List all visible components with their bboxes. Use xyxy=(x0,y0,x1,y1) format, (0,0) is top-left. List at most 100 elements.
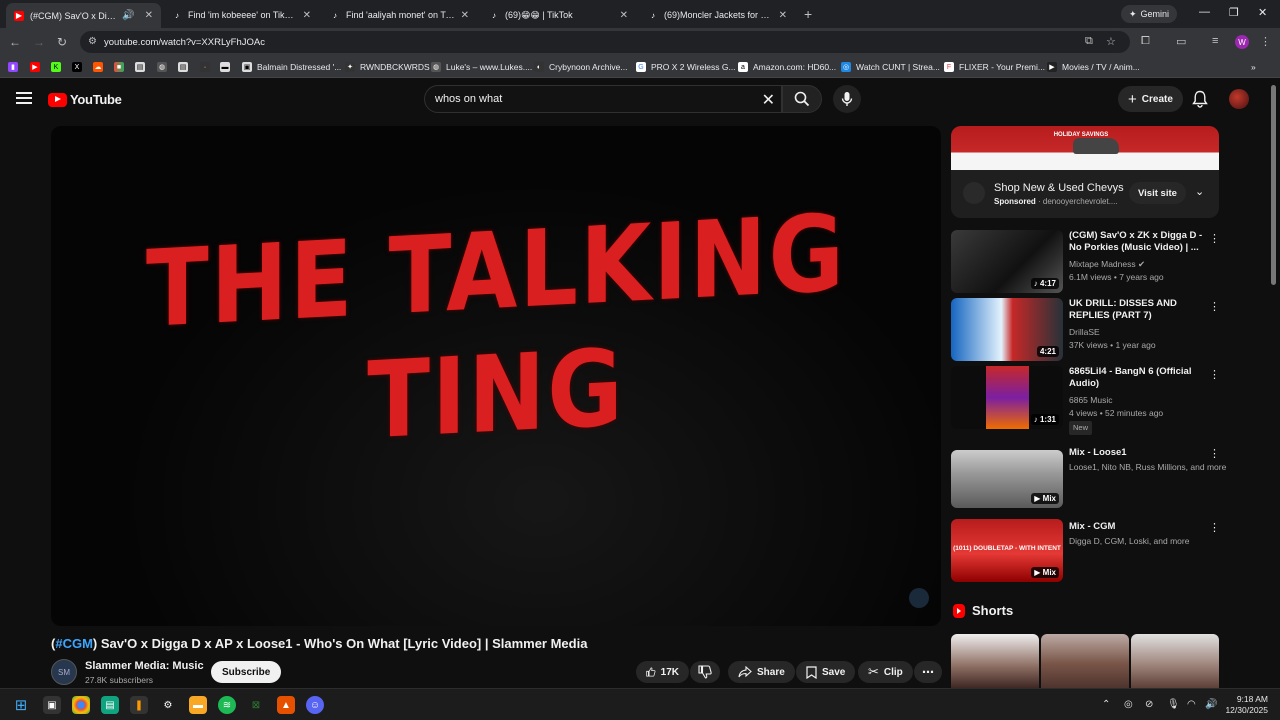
forward-icon[interactable]: → xyxy=(33,35,45,49)
voice-search-button[interactable] xyxy=(833,85,861,113)
install-app-icon[interactable]: ⧉ xyxy=(1085,35,1093,48)
discord-icon[interactable]: ☺ xyxy=(306,696,324,714)
wifi-icon[interactable]: ◠ xyxy=(1187,699,1196,710)
account-avatar[interactable] xyxy=(1229,89,1249,109)
notifications-bell-icon[interactable] xyxy=(1192,90,1208,113)
youtube-logo[interactable]: YouTube xyxy=(48,92,122,107)
hashtag-link[interactable]: #CGM xyxy=(55,636,93,651)
more-options-icon[interactable]: ⋮ xyxy=(1209,368,1220,381)
bookmark-flixer[interactable]: F FLIXER - Your Premi... xyxy=(944,60,1045,74)
page-icon[interactable]: ▬ xyxy=(220,60,235,74)
close-tab-icon[interactable]: ✕ xyxy=(620,10,628,21)
menu-icon[interactable] xyxy=(16,92,32,107)
mix-thumbnail[interactable]: ▶ Mix xyxy=(951,450,1063,508)
recommended-title[interactable]: 6865Lil4 - BangN 6 (Official Audio) xyxy=(1069,366,1207,390)
video-player[interactable]: THE TALKING TING xyxy=(51,126,941,626)
video-thumbnail[interactable]: ♪ 1:31 xyxy=(951,366,1063,429)
sponsored-ad-card[interactable]: HOLIDAY SAVINGS Shop New & Used Chevys S… xyxy=(951,126,1219,218)
bookmark-rwndbckwrds[interactable]: ✦ RWNDBCKWRDS xyxy=(345,60,430,74)
browser-tab[interactable]: ♪ (69)Moncler Jackets for Baby a ✕ xyxy=(640,4,795,26)
back-icon[interactable]: ← xyxy=(9,35,21,49)
dot-icon[interactable]: · xyxy=(200,60,215,74)
tray-app-icon[interactable]: ⊘ xyxy=(1145,699,1153,710)
app-icon[interactable]: ❚ xyxy=(130,696,148,714)
close-tab-icon[interactable]: ✕ xyxy=(779,10,787,21)
page-icon[interactable]: ▤ xyxy=(178,60,193,74)
create-button[interactable]: + Create xyxy=(1118,86,1183,112)
recommended-title[interactable]: Mix - CGM xyxy=(1069,521,1207,533)
bookmark-watch[interactable]: ◎ Watch CUNT | Strea... xyxy=(841,60,940,74)
bookmark-amazon[interactable]: a Amazon.com: HD60... xyxy=(738,60,836,74)
recommended-video[interactable]: ♪ 4:17 (CGM) Sav'O x ZK x Digga D - No P… xyxy=(951,230,1220,294)
microphone-tray-icon[interactable]: 🎙 xyxy=(1167,699,1180,710)
channel-avatar[interactable]: SM xyxy=(51,659,77,685)
page-icon[interactable]: ▤ xyxy=(135,60,150,74)
short-thumbnail[interactable] xyxy=(1131,634,1219,688)
close-tab-icon[interactable]: ✕ xyxy=(461,10,469,21)
channel-name[interactable]: 6865 Music xyxy=(1069,394,1112,406)
more-options-icon[interactable]: ⋮ xyxy=(1209,232,1220,245)
save-button[interactable]: Save xyxy=(796,661,856,683)
minimize-icon[interactable]: — xyxy=(1199,6,1210,18)
reload-icon[interactable]: ↻ xyxy=(57,35,67,49)
site-info-icon[interactable]: ⚙ xyxy=(88,36,97,47)
dislike-button[interactable] xyxy=(690,661,720,683)
system-clock[interactable]: 9:18 AM 12/30/2025 xyxy=(1224,694,1268,716)
soundcloud-icon[interactable]: ☁ xyxy=(93,60,108,74)
more-bookmarks-icon[interactable]: » xyxy=(1251,60,1256,74)
excel-icon[interactable]: ⊠ xyxy=(247,696,265,714)
new-tab-icon[interactable]: + xyxy=(804,6,812,22)
browser-tab[interactable]: ♪ Find 'aaliyah monet' on TikTok ✕ xyxy=(322,4,477,26)
app-icon[interactable]: ▤ xyxy=(101,696,119,714)
ad-title[interactable]: Shop New & Used Chevys xyxy=(994,182,1124,194)
visit-site-button[interactable]: Visit site xyxy=(1129,182,1186,204)
twitch-icon[interactable]: ▮ xyxy=(8,60,23,74)
x-icon[interactable]: X xyxy=(72,60,87,74)
task-view-icon[interactable]: ▣ xyxy=(43,696,61,714)
bookmark-balmain[interactable]: ▣ Balmain Distressed '... xyxy=(242,60,341,74)
browser-tab[interactable]: ♪ (69)😁😁 | TikTok ✕ xyxy=(481,4,636,26)
bookmark-lukes[interactable]: ◍ Luke's – www.Lukes.... xyxy=(431,60,532,74)
bookmark-crybynoon[interactable]: ◐ Crybynoon Archive... xyxy=(534,60,627,74)
more-options-icon[interactable]: ⋮ xyxy=(1209,521,1220,534)
recommended-title[interactable]: UK DRILL: DISSES AND REPLIES (PART 7) xyxy=(1069,298,1207,322)
like-button[interactable]: 17K xyxy=(636,661,689,683)
page-scrollbar[interactable] xyxy=(1271,85,1276,285)
profile-avatar[interactable]: W xyxy=(1235,35,1249,49)
recommended-video[interactable]: ♪ 1:31 6865Lil4 - BangN 6 (Official Audi… xyxy=(951,366,1220,436)
more-options-icon[interactable]: ⋮ xyxy=(1209,300,1220,313)
chrome-icon[interactable] xyxy=(72,696,90,714)
channel-name[interactable]: Slammer Media: Music xyxy=(85,660,204,672)
browser-tab[interactable]: ▶ (#CGM) Sav'O x Digga D x A 🔊 ✕ xyxy=(6,3,161,28)
share-button[interactable]: Share xyxy=(728,661,795,683)
bookmark-movies[interactable]: ▶ Movies / TV / Anim... xyxy=(1047,60,1140,74)
recommended-mix[interactable]: ▶ Mix Mix - Loose1 Loose1, Nito NB, Russ… xyxy=(951,445,1226,509)
bookmark-pro-x-2[interactable]: G PRO X 2 Wireless G... xyxy=(636,60,736,74)
browser-tab[interactable]: ♪ Find 'im kobeeee' on TikTok | T ✕ xyxy=(164,4,319,26)
extensions-icon[interactable]: ⧠ xyxy=(1141,35,1150,48)
speaker-icon[interactable]: 🔊 xyxy=(122,10,134,21)
file-explorer-icon[interactable]: ▬ xyxy=(189,696,207,714)
maximize-icon[interactable]: ❐ xyxy=(1229,6,1239,19)
recommended-mix[interactable]: (1011) DOUBLETAP - WITH INTENT ▶ Mix Mix… xyxy=(951,519,1220,583)
media-icon[interactable]: ≡ xyxy=(1212,35,1218,47)
gemini-button[interactable]: ✦ Gemini xyxy=(1121,5,1178,23)
kick-icon[interactable]: K xyxy=(51,60,66,74)
side-panel-icon[interactable]: ▭ xyxy=(1176,35,1186,48)
windows-start-icon[interactable]: ⊞ xyxy=(12,696,30,714)
chevron-down-icon[interactable]: ⌄ xyxy=(1195,185,1204,198)
search-button[interactable] xyxy=(782,85,822,113)
video-thumbnail[interactable]: ♪ 4:17 xyxy=(951,230,1063,293)
clear-search-icon[interactable]: ✕ xyxy=(762,90,775,110)
menu-kebab-icon[interactable]: ⋮ xyxy=(1260,35,1271,48)
more-options-icon[interactable]: ⋮ xyxy=(1209,447,1220,460)
openai-icon[interactable]: ⚙ xyxy=(159,696,177,714)
app-icon[interactable]: ▲ xyxy=(277,696,295,714)
subscribe-button[interactable]: Subscribe xyxy=(211,661,282,683)
multicolor-icon[interactable]: ■ xyxy=(114,60,129,74)
youtube-bookmark-icon[interactable]: ▶ xyxy=(30,60,45,74)
mix-thumbnail[interactable]: (1011) DOUBLETAP - WITH INTENT ▶ Mix xyxy=(951,519,1063,582)
tray-app-icon[interactable]: ◎ xyxy=(1124,699,1133,710)
tray-overflow-icon[interactable]: ⌃ xyxy=(1102,699,1110,710)
channel-name[interactable]: Mixtape Madness xyxy=(1069,259,1136,269)
